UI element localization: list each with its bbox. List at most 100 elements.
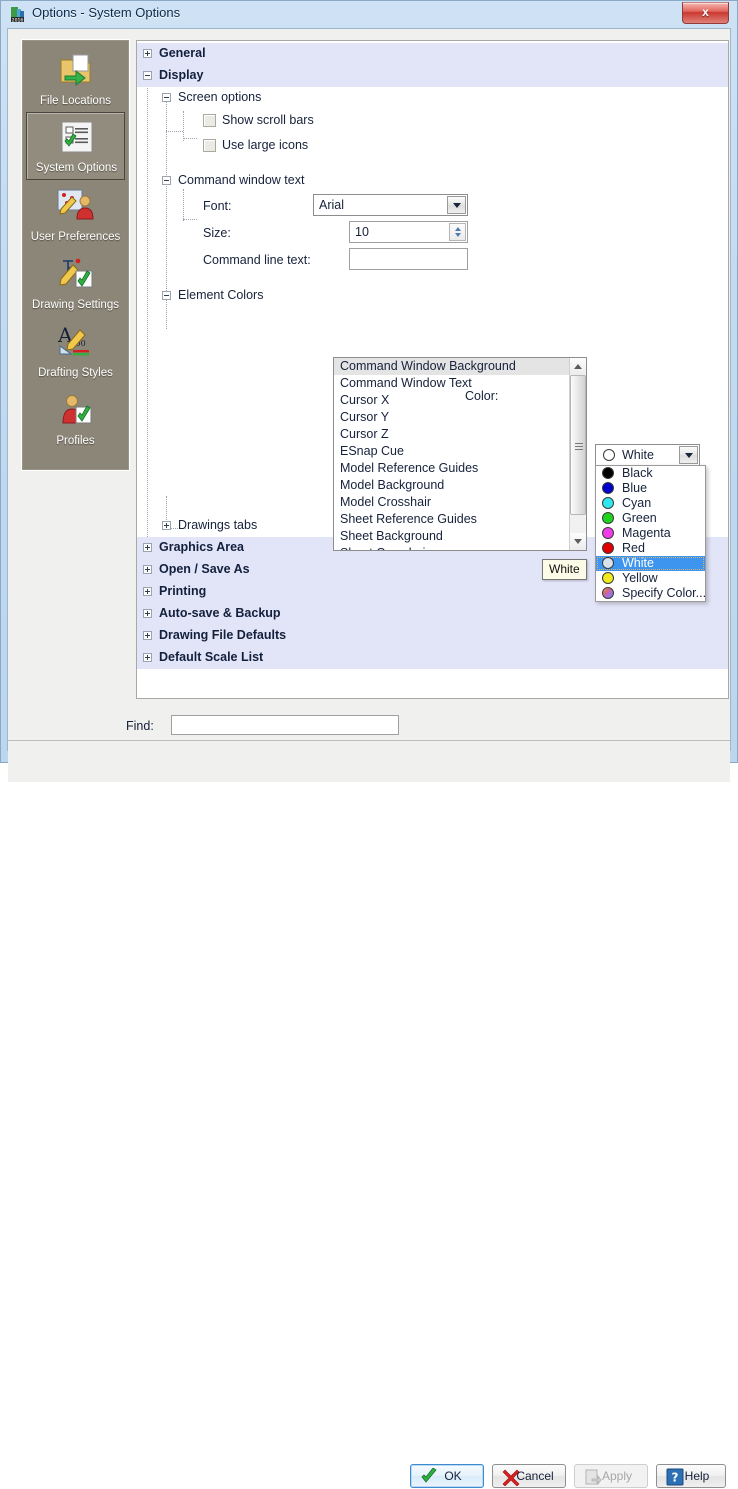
expander-icon[interactable] — [143, 653, 152, 662]
dropdown-option-cyan[interactable]: Cyan — [596, 496, 705, 511]
tree-guide-line — [166, 131, 183, 132]
tree-guide-line — [183, 138, 197, 139]
list-item[interactable]: Sheet Background — [334, 528, 570, 545]
title-bar: 2016 Options - System Options x — [1, 1, 737, 27]
size-stepper[interactable]: 10 — [349, 221, 468, 243]
color-combobox[interactable]: White — [595, 444, 700, 466]
help-button[interactable]: ? Help — [656, 1464, 726, 1488]
sidebar-item-system-options[interactable]: System Options — [26, 112, 125, 180]
list-item[interactable]: Sheet Crosshair — [334, 545, 570, 550]
scroll-up-button[interactable] — [570, 358, 586, 375]
dropdown-option-magenta[interactable]: Magenta — [596, 526, 705, 541]
expander-icon[interactable] — [143, 565, 152, 574]
tree-node-drawing-file-defaults[interactable]: Drawing File Defaults — [137, 625, 728, 647]
listbox-scrollbar[interactable] — [569, 358, 586, 550]
ok-button[interactable]: OK — [410, 1464, 484, 1488]
list-item[interactable]: Cursor X — [334, 392, 570, 409]
tree-node-label: Element Colors — [178, 288, 264, 302]
tree-node-label: Display — [159, 68, 204, 82]
sidebar-item-profiles[interactable]: Profiles — [26, 384, 125, 452]
chevron-down-icon[interactable] — [447, 196, 466, 214]
expander-icon[interactable] — [143, 631, 152, 640]
tree-node-label: General — [159, 46, 206, 60]
dropdown-option-red[interactable]: Red — [596, 541, 705, 556]
list-item[interactable]: Command Window Background — [334, 358, 570, 375]
expander-icon[interactable] — [162, 93, 171, 102]
tree-node-label: Drawing File Defaults — [159, 628, 287, 642]
expander-icon[interactable] — [162, 521, 171, 530]
dropdown-option-white[interactable]: White — [596, 556, 705, 571]
tree-node-auto-save-backup[interactable]: Auto-save & Backup — [137, 603, 728, 625]
expander-icon[interactable] — [162, 291, 171, 300]
cancel-button[interactable]: Cancel — [492, 1464, 566, 1488]
list-item[interactable]: Model Reference Guides — [334, 460, 570, 477]
list-item[interactable]: ESnap Cue — [334, 443, 570, 460]
close-icon: x — [702, 5, 709, 19]
sidebar-item-label: Profiles — [56, 435, 95, 447]
tree-node-display[interactable]: Display — [137, 65, 728, 87]
find-input[interactable] — [171, 715, 399, 735]
expander-icon[interactable] — [143, 609, 152, 618]
tree-node-label: Drawings tabs — [178, 518, 258, 532]
expander-icon[interactable] — [143, 543, 152, 552]
sidebar-item-user-preferences[interactable]: User Preferences — [26, 180, 125, 248]
drawing-pencil-icon — [26, 254, 125, 292]
chevron-down-icon[interactable] — [679, 446, 698, 464]
expander-icon[interactable] — [162, 176, 171, 185]
dropdown-option-green[interactable]: Green — [596, 511, 705, 526]
dropdown-option-blue[interactable]: Blue — [596, 481, 705, 496]
folder-arrow-icon — [26, 50, 125, 88]
button-label: OK — [444, 1469, 462, 1483]
color-tooltip: White — [542, 559, 587, 580]
text-style-icon: A .00 — [26, 322, 125, 360]
list-item[interactable]: Model Background — [334, 477, 570, 494]
dropdown-option-yellow[interactable]: Yellow — [596, 571, 705, 586]
element-colors-listbox[interactable]: Command Window Background Command Window… — [333, 357, 587, 551]
spinner-arrows-icon[interactable] — [449, 223, 466, 241]
color-value: White — [622, 448, 654, 462]
font-combobox[interactable]: Arial — [313, 194, 468, 216]
tree-node-element-colors[interactable]: Element Colors — [137, 285, 728, 307]
show-scroll-bars-checkbox[interactable] — [203, 114, 216, 127]
list-item[interactable]: Cursor Y — [334, 409, 570, 426]
apply-button[interactable]: Apply — [574, 1464, 648, 1488]
use-large-icons-checkbox[interactable] — [203, 139, 216, 152]
svg-text:2016: 2016 — [12, 17, 24, 23]
dropdown-option-label: Green — [622, 511, 657, 525]
sidebar-item-file-locations[interactable]: File Locations — [26, 44, 125, 112]
scrollbar-thumb[interactable] — [570, 375, 586, 515]
scroll-down-button[interactable] — [570, 533, 586, 550]
expander-icon[interactable] — [143, 587, 152, 596]
close-button[interactable]: x — [682, 2, 729, 24]
sidebar-item-drawing-settings[interactable]: Drawing Settings — [26, 248, 125, 316]
expander-icon[interactable] — [143, 71, 152, 80]
dropdown-option-black[interactable]: Black — [596, 466, 705, 481]
dropdown-option-specify-color[interactable]: Specify Color... — [596, 586, 706, 601]
tree-node-command-window-text[interactable]: Command window text — [137, 170, 728, 192]
list-item[interactable]: Cursor Z — [334, 426, 570, 443]
dropdown-option-label: Magenta — [622, 526, 671, 540]
tree-node-label: Auto-save & Backup — [159, 606, 281, 620]
tree-node-screen-options[interactable]: Screen options — [137, 87, 728, 109]
list-item[interactable]: Command Window Text — [334, 375, 570, 392]
list-item[interactable]: Model Crosshair — [334, 494, 570, 511]
color-dropdown-list[interactable]: Black Blue Cyan Green Magenta Red White … — [595, 465, 706, 602]
scrollbar-grip-icon — [575, 441, 583, 450]
options-dialog-window: 2016 Options - System Options x File Loc… — [0, 0, 738, 1488]
tree-node-general[interactable]: General — [137, 43, 728, 65]
footer-bar: OK Cancel Apply ? Help — [8, 741, 730, 1488]
tree-node-default-scale-list[interactable]: Default Scale List — [137, 647, 728, 669]
command-line-text-input[interactable] — [349, 248, 468, 270]
dropdown-option-label: Blue — [622, 481, 648, 495]
expander-icon[interactable] — [143, 49, 152, 58]
window-title: Options - System Options — [32, 5, 181, 20]
checklist-icon — [27, 119, 126, 157]
rainbow-color-swatch — [602, 587, 614, 599]
sidebar-item-drafting-styles[interactable]: A .00 Drafting Styles — [26, 316, 125, 384]
tree-node-label: Screen options — [178, 90, 262, 104]
list-item[interactable]: Sheet Reference Guides — [334, 511, 570, 528]
options-tree-pane: General Display Screen options Show scro… — [136, 40, 729, 699]
tree-guide-line — [183, 219, 197, 220]
font-label: Font: — [203, 199, 232, 213]
dialog-client-area: File Locations System Options User Prefe… — [7, 28, 731, 1488]
